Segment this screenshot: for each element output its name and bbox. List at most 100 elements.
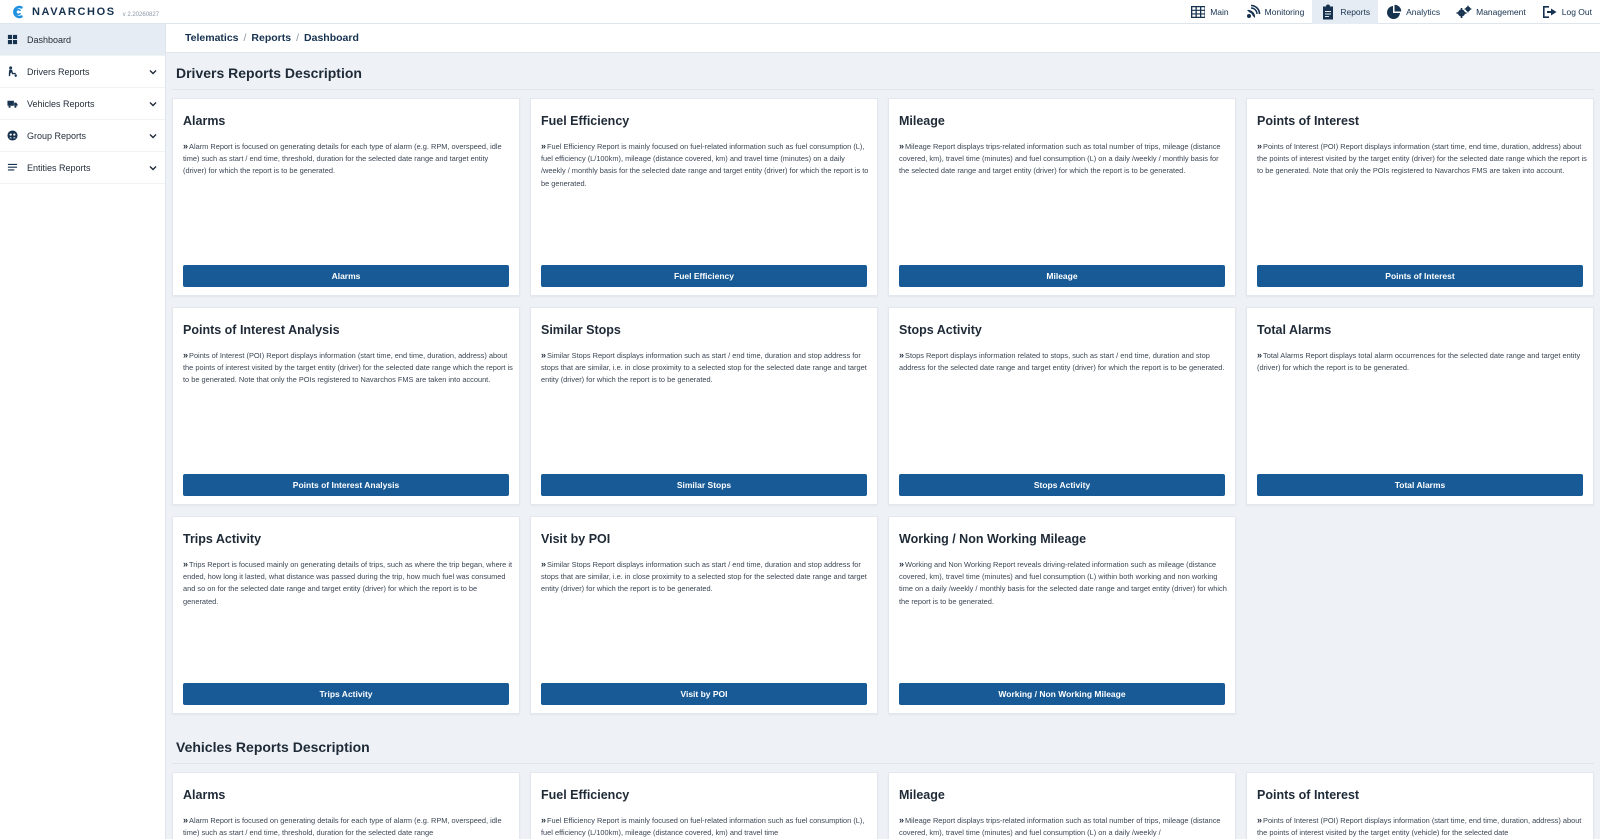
double-chevron-icon: » bbox=[541, 350, 547, 360]
double-chevron-icon: » bbox=[1257, 141, 1263, 151]
card-title: Fuel Efficiency bbox=[541, 788, 630, 802]
card-description: »Mileage Report displays trips-related i… bbox=[899, 815, 1221, 838]
report-card-mileage: Mileage »Mileage Report displays trips-r… bbox=[888, 98, 1236, 296]
sidebar-item-label: Dashboard bbox=[27, 34, 72, 45]
card-title: Visit by POI bbox=[541, 532, 611, 546]
nav-logout[interactable]: Log Out bbox=[1534, 0, 1600, 24]
sidebar-item-dashboard[interactable]: Dashboard bbox=[0, 24, 165, 56]
nav-reports[interactable]: Reports bbox=[1312, 0, 1379, 24]
breadcrumb-reports[interactable]: Reports bbox=[251, 32, 291, 44]
nav-monitoring[interactable]: Monitoring bbox=[1237, 0, 1313, 24]
card-description: »Points of Interest (POI) Report display… bbox=[1257, 141, 1587, 176]
breadcrumb-separator: / bbox=[243, 32, 247, 44]
card-title: Trips Activity bbox=[183, 532, 262, 546]
sidebar-item-drivers-reports[interactable]: Drivers Reports bbox=[0, 56, 165, 88]
report-card-vehicle-alarms: Alarms »Alarm Report is focused on gener… bbox=[172, 772, 520, 839]
truck-icon bbox=[7, 100, 18, 108]
card-title: Similar Stops bbox=[541, 323, 621, 337]
chevron-down-icon[interactable] bbox=[148, 99, 158, 109]
card-title: Points of Interest bbox=[1257, 114, 1360, 128]
nav-management-label: Management bbox=[1476, 7, 1526, 17]
double-chevron-icon: » bbox=[541, 559, 547, 569]
stops-activity-button[interactable]: Stops Activity bbox=[899, 474, 1225, 496]
chevron-down-icon[interactable] bbox=[148, 67, 158, 77]
nav-main-label: Main bbox=[1210, 7, 1229, 17]
double-chevron-icon: » bbox=[183, 141, 189, 151]
card-description: »Trips Report is focused mainly on gener… bbox=[183, 559, 513, 606]
nav-main[interactable]: Main bbox=[1182, 0, 1236, 24]
breadcrumb: Telematics / Reports / Dashboard bbox=[166, 24, 1600, 53]
section-title-vehicles: Vehicles Reports Description bbox=[176, 739, 370, 755]
driver-icon bbox=[8, 66, 17, 77]
mileage-button[interactable]: Mileage bbox=[899, 265, 1225, 287]
nav-logout-label: Log Out bbox=[1561, 7, 1592, 17]
double-chevron-icon: » bbox=[183, 350, 189, 360]
card-description: »Alarm Report is focused on generating d… bbox=[183, 815, 502, 838]
grid-icon bbox=[1191, 6, 1206, 18]
visit-by-poi-button[interactable]: Visit by POI bbox=[541, 683, 867, 705]
sidebar-item-label: Drivers Reports bbox=[27, 66, 90, 77]
report-card-trips-activity: Trips Activity »Trips Report is focused … bbox=[172, 516, 520, 714]
card-description: »Working and Non Working Report reveals … bbox=[899, 559, 1227, 606]
double-chevron-icon: » bbox=[541, 815, 547, 825]
report-card-similar-stops: Similar Stops »Similar Stops Report disp… bbox=[530, 307, 878, 505]
card-description: »Similar Stops Report displays informati… bbox=[541, 350, 867, 385]
double-chevron-icon: » bbox=[1257, 350, 1263, 360]
report-card-stops-activity: Stops Activity »Stops Report displays in… bbox=[888, 307, 1236, 505]
card-title: Fuel Efficiency bbox=[541, 114, 630, 128]
dashboard-icon bbox=[7, 34, 18, 45]
list-icon bbox=[7, 163, 18, 171]
double-chevron-icon: » bbox=[183, 559, 189, 569]
working-mileage-button[interactable]: Working / Non Working Mileage bbox=[899, 683, 1225, 705]
group-icon bbox=[7, 130, 18, 141]
app-logo[interactable]: NAVARCHOS v 2.20260827 bbox=[12, 3, 159, 21]
double-chevron-icon: » bbox=[1257, 815, 1263, 825]
report-card-vehicle-mileage: Mileage »Mileage Report displays trips-r… bbox=[888, 772, 1236, 839]
nav-analytics[interactable]: Analytics bbox=[1378, 0, 1448, 24]
report-card-visit-by-poi: Visit by POI »Similar Stops Report displ… bbox=[530, 516, 878, 714]
points-of-interest-button[interactable]: Points of Interest bbox=[1257, 265, 1583, 287]
card-title: Alarms bbox=[183, 114, 226, 128]
card-title: Total Alarms bbox=[1257, 323, 1332, 337]
double-chevron-icon: » bbox=[183, 815, 189, 825]
breadcrumb-separator: / bbox=[296, 32, 300, 44]
card-title: Mileage bbox=[899, 114, 945, 128]
card-description: »Stops Report displays information relat… bbox=[899, 350, 1225, 373]
chevron-down-icon[interactable] bbox=[148, 163, 158, 173]
nav-reports-label: Reports bbox=[1340, 7, 1371, 17]
double-chevron-icon: » bbox=[899, 350, 905, 360]
nav-management[interactable]: Management bbox=[1448, 0, 1534, 24]
report-card-working-mileage: Working / Non Working Mileage »Working a… bbox=[888, 516, 1236, 714]
top-bar: NAVARCHOS v 2.20260827 Main Monitoring R… bbox=[0, 0, 1600, 24]
card-title: Stops Activity bbox=[899, 323, 982, 337]
card-description: »Similar Stops Report displays informati… bbox=[541, 559, 867, 594]
sidebar-item-group-reports[interactable]: Group Reports bbox=[0, 120, 165, 152]
report-card-vehicle-poi: Points of Interest »Points of Interest (… bbox=[1246, 772, 1594, 839]
report-card-poi-analysis: Points of Interest Analysis »Points of I… bbox=[172, 307, 520, 505]
total-alarms-button[interactable]: Total Alarms bbox=[1257, 474, 1583, 496]
gears-icon bbox=[1456, 5, 1472, 18]
logout-icon bbox=[1542, 6, 1557, 18]
sidebar-item-vehicles-reports[interactable]: Vehicles Reports bbox=[0, 88, 165, 120]
sidebar-item-label: Group Reports bbox=[27, 130, 87, 141]
similar-stops-button[interactable]: Similar Stops bbox=[541, 474, 867, 496]
report-card-alarms: Alarms »Alarm Report is focused on gener… bbox=[172, 98, 520, 296]
card-title: Working / Non Working Mileage bbox=[899, 532, 1087, 546]
report-card-vehicle-fuel-efficiency: Fuel Efficiency »Fuel Efficiency Report … bbox=[530, 772, 878, 839]
pie-chart-icon bbox=[1387, 4, 1402, 19]
card-description: »Points of Interest (POI) Report display… bbox=[183, 350, 513, 385]
sidebar-item-label: Vehicles Reports bbox=[27, 98, 95, 109]
breadcrumb-telematics[interactable]: Telematics bbox=[185, 32, 239, 44]
sidebar-item-entities-reports[interactable]: Entities Reports bbox=[0, 152, 165, 184]
alarms-button[interactable]: Alarms bbox=[183, 265, 509, 287]
clipboard-icon bbox=[1323, 4, 1334, 20]
fuel-efficiency-button[interactable]: Fuel Efficiency bbox=[541, 265, 867, 287]
trips-activity-button[interactable]: Trips Activity bbox=[183, 683, 509, 705]
app-name: NAVARCHOS bbox=[32, 6, 116, 18]
chevron-down-icon[interactable] bbox=[148, 131, 158, 141]
card-description: »Total Alarms Report displays total alar… bbox=[1257, 350, 1581, 373]
poi-analysis-button[interactable]: Points of Interest Analysis bbox=[183, 474, 509, 496]
double-chevron-icon: » bbox=[899, 559, 905, 569]
report-card-fuel-efficiency: Fuel Efficiency »Fuel Efficiency Report … bbox=[530, 98, 878, 296]
nav-monitoring-label: Monitoring bbox=[1264, 7, 1305, 17]
